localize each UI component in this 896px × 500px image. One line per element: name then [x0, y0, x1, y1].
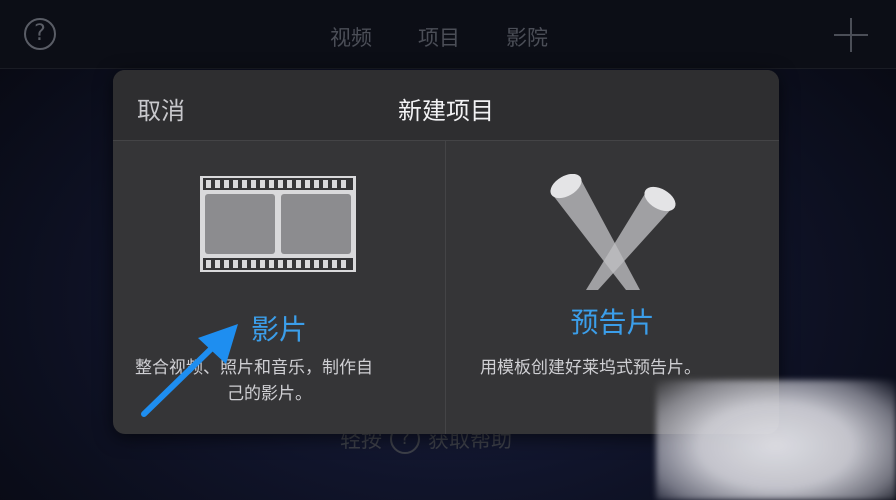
option-trailer-desc: 用模板创建好莱坞式预告片。	[480, 358, 701, 378]
dialog-title: 新建项目	[398, 97, 494, 125]
film-icon	[200, 176, 356, 272]
screen: ? 视频 项目 影院 轻按 ? 获取帮助 取消 新建项目 影片 整合视频、照片和…	[0, 0, 896, 500]
watermark-blur	[656, 380, 896, 500]
add-icon[interactable]	[834, 18, 868, 52]
top-bar: ? 视频 项目 影院	[0, 0, 896, 69]
option-trailer-title[interactable]: 预告片	[446, 301, 779, 341]
tab-projects[interactable]: 项目	[418, 22, 460, 52]
tab-bar: 视频 项目 影院	[330, 22, 548, 52]
tab-video[interactable]: 视频	[330, 22, 372, 52]
tab-theater[interactable]: 影院	[506, 22, 548, 52]
help-icon[interactable]: ?	[24, 18, 56, 50]
pointer-arrow-icon	[141, 324, 238, 417]
spotlight-icon	[550, 174, 676, 290]
dialog-header: 取消 新建项目	[113, 70, 779, 141]
